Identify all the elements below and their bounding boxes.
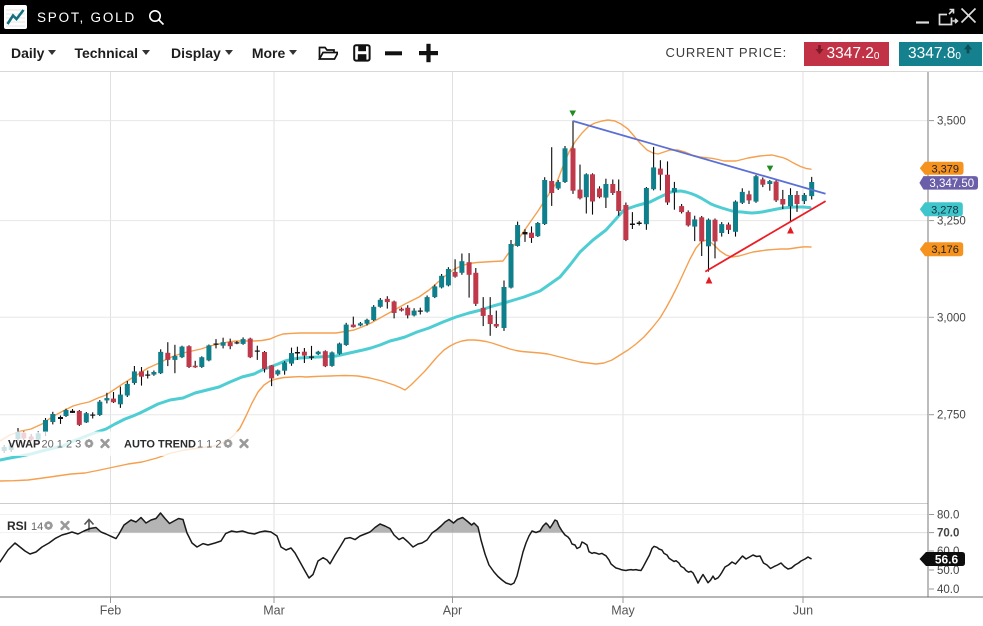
- svg-text:3,278: 3,278: [931, 204, 959, 216]
- svg-text:80.0: 80.0: [937, 510, 959, 522]
- svg-text:Mar: Mar: [263, 604, 285, 618]
- svg-text:50.0: 50.0: [937, 565, 959, 577]
- svg-text:20 1 2 3: 20 1 2 3: [42, 439, 82, 451]
- svg-text:40.0: 40.0: [937, 584, 959, 596]
- svg-text:3,000: 3,000: [937, 312, 966, 324]
- svg-text:3,347.50: 3,347.50: [929, 178, 974, 190]
- svg-text:1 1 2: 1 1 2: [197, 439, 221, 451]
- svg-text:3,250: 3,250: [937, 216, 966, 228]
- svg-text:AUTO TREND: AUTO TREND: [124, 439, 196, 451]
- svg-text:3,500: 3,500: [937, 116, 966, 128]
- svg-text:3,379: 3,379: [931, 163, 959, 175]
- svg-text:14: 14: [31, 521, 43, 533]
- svg-text:Feb: Feb: [100, 604, 122, 618]
- svg-text:56.6: 56.6: [935, 552, 959, 566]
- svg-text:3,176: 3,176: [931, 244, 959, 256]
- svg-text:RSI: RSI: [7, 519, 27, 533]
- svg-text:VWAP: VWAP: [8, 439, 40, 451]
- svg-text:Jun: Jun: [793, 604, 813, 618]
- svg-text:May: May: [611, 604, 635, 618]
- svg-text:70.0: 70.0: [937, 528, 959, 540]
- svg-text:2,750: 2,750: [937, 410, 966, 422]
- svg-text:Apr: Apr: [443, 604, 462, 618]
